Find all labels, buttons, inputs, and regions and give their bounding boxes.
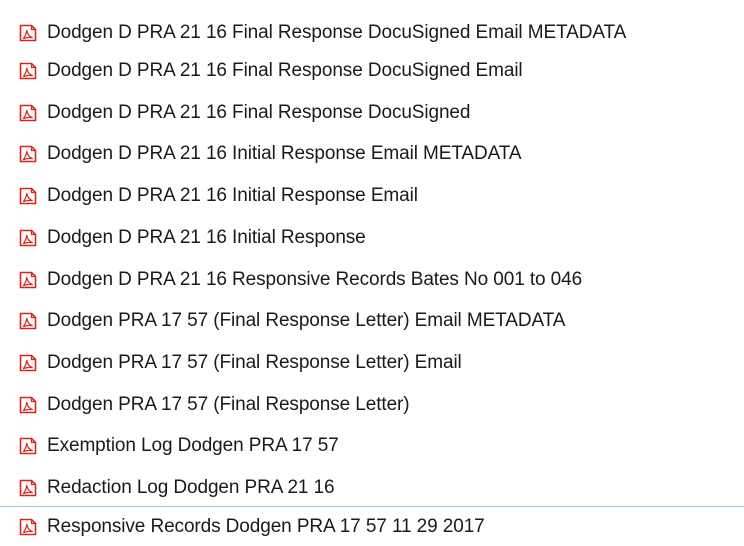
file-row[interactable]: Redaction Log Dodgen PRA 21 16 bbox=[0, 468, 744, 508]
file-name: Dodgen D PRA 21 16 Final Response DocuSi… bbox=[47, 22, 627, 43]
file-name: Dodgen PRA 17 57 (Final Response Letter)… bbox=[47, 310, 566, 331]
pdf-file-icon bbox=[19, 354, 37, 372]
pdf-file-icon bbox=[19, 479, 37, 497]
file-list: Dodgen D PRA 21 16 Final Response DocuSi… bbox=[0, 0, 744, 546]
file-row[interactable]: Dodgen D PRA 21 16 Initial Response Emai… bbox=[0, 134, 744, 174]
file-row[interactable]: Dodgen PRA 17 57 (Final Response Letter)… bbox=[0, 301, 744, 341]
file-row[interactable]: Dodgen D PRA 21 16 Final Response DocuSi… bbox=[0, 51, 744, 91]
file-row[interactable]: Responsive Records Dodgen PRA 17 57 11 2… bbox=[0, 506, 744, 546]
pdf-file-icon bbox=[19, 24, 37, 42]
pdf-file-icon bbox=[19, 437, 37, 455]
file-row[interactable]: Dodgen D PRA 21 16 Final Response DocuSi… bbox=[0, 93, 744, 133]
file-row[interactable]: Dodgen D PRA 21 16 Initial Response Emai… bbox=[0, 176, 744, 216]
file-name: Dodgen D PRA 21 16 Final Response DocuSi… bbox=[47, 60, 523, 81]
pdf-file-icon bbox=[19, 104, 37, 122]
file-name: Responsive Records Dodgen PRA 17 57 11 2… bbox=[47, 515, 485, 537]
pdf-file-icon bbox=[19, 396, 37, 414]
pdf-file-icon bbox=[19, 518, 37, 535]
pdf-file-icon bbox=[19, 229, 37, 247]
file-name: Dodgen PRA 17 57 (Final Response Letter) bbox=[47, 394, 410, 415]
file-name: Dodgen D PRA 21 16 Responsive Records Ba… bbox=[47, 269, 583, 290]
file-name: Dodgen D PRA 21 16 Initial Response Emai… bbox=[47, 143, 522, 164]
file-name: Dodgen D PRA 21 16 Final Response DocuSi… bbox=[47, 102, 471, 123]
file-name: Dodgen D PRA 21 16 Initial Response bbox=[47, 227, 366, 248]
pdf-file-icon bbox=[19, 312, 37, 330]
pdf-file-icon bbox=[19, 145, 37, 163]
file-name: Dodgen PRA 17 57 (Final Response Letter)… bbox=[47, 352, 462, 373]
file-row[interactable]: Dodgen D PRA 21 16 Initial Response bbox=[0, 218, 744, 258]
file-name: Exemption Log Dodgen PRA 17 57 bbox=[47, 435, 339, 456]
file-row[interactable]: Exemption Log Dodgen PRA 17 57 bbox=[0, 426, 744, 466]
file-row[interactable]: Dodgen PRA 17 57 (Final Response Letter)… bbox=[0, 343, 744, 383]
pdf-file-icon bbox=[19, 62, 37, 80]
file-row[interactable]: Dodgen D PRA 21 16 Final Response DocuSi… bbox=[0, 13, 744, 53]
file-name: Redaction Log Dodgen PRA 21 16 bbox=[47, 477, 335, 498]
file-row[interactable]: Dodgen D PRA 21 16 Responsive Records Ba… bbox=[0, 260, 744, 300]
pdf-file-icon bbox=[19, 271, 37, 289]
file-name: Dodgen D PRA 21 16 Initial Response Emai… bbox=[47, 185, 418, 206]
file-row[interactable]: Dodgen PRA 17 57 (Final Response Letter) bbox=[0, 385, 744, 425]
pdf-file-icon bbox=[19, 187, 37, 205]
